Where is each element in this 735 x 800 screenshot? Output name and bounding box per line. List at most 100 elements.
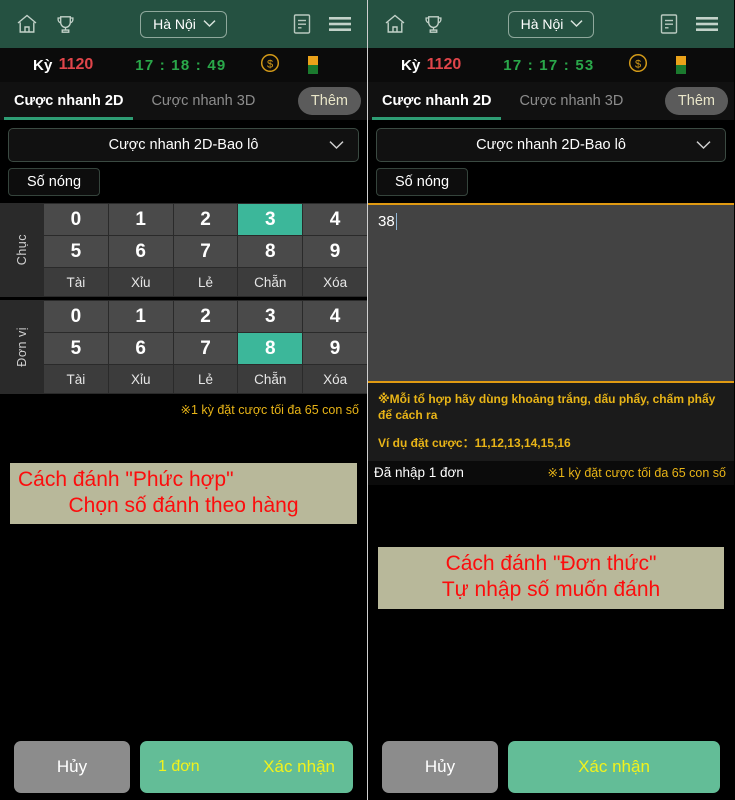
home-icon[interactable] [12,9,42,39]
left-panel: Hà Nội Kỳ 1120 17: 18: 49 $ Cược nhanh… [0,0,367,800]
tab-cuoc-nhanh-2d[interactable]: Cược nhanh 2D [368,82,505,120]
digit-cell[interactable]: 5 [44,333,108,364]
digit-cell[interactable]: 0 [44,204,108,235]
digit-cell-selected[interactable]: 8 [238,333,303,364]
footer-left: Hủy 1 đơn Xác nhận [0,734,367,800]
confirm-label: Xác nhận [263,757,335,776]
hint-separator: ※Mỗi tổ hợp hãy dùng khoảng trắng, dấu p… [378,392,716,423]
chevron-down-icon [570,20,583,28]
countdown-clock: 17 : 18 : 49 [135,56,227,74]
digit-row-1: 0 1 2 3 4 [44,301,367,332]
digit-cell[interactable]: 9 [303,236,367,267]
hamburger-menu-icon[interactable] [692,9,722,39]
digit-cell[interactable]: 1 [108,204,173,235]
op-tai[interactable]: Tài [44,268,108,296]
op-xoa[interactable]: Xóa [303,365,367,393]
document-list-icon[interactable] [654,9,684,39]
status-bar-left: Kỳ 1120 17 : 18 : 49 $ [0,48,367,82]
digit-row-2: 5 6 7 8 9 [44,333,367,364]
entered-status-row: Đã nhập 1 đơn ※1 kỳ đặt cược tối đa 65 c… [368,461,734,486]
digit-cell[interactable]: 1 [108,301,173,332]
digit-row-2: 5 6 7 8 9 [44,236,367,267]
digit-cell[interactable]: 2 [173,301,238,332]
app-header-left: Hà Nội [0,0,367,48]
op-chan[interactable]: Chẵn [238,365,303,393]
confirm-label: Xác nhận [578,757,650,776]
number-group-donvi: Đơn vị 0 1 2 3 4 5 6 7 8 9 Tài Xỉu Lẻ Ch… [0,300,367,394]
more-button[interactable]: Thêm [664,87,728,115]
max-bet-warning: ※1 kỳ đặt cược tối đa 65 con số [180,403,359,417]
dual-panel-screenshot: Hà Nội Kỳ 1120 17: 18: 49 $ Cược nhanh… [0,0,735,800]
cancel-button[interactable]: Hủy [382,741,498,793]
digit-cell[interactable]: 7 [173,333,238,364]
flag-icon [308,56,319,74]
hot-number-button[interactable]: Số nóng [376,168,469,196]
hint-example: Ví dụ đặt cược：11,12,13,14,15,16 [378,436,571,451]
group-label-chuc: Chục [0,203,44,297]
home-icon[interactable] [380,9,410,39]
annotation-line-1: Cách đánh "Phức hợp" [18,468,234,491]
digit-cell[interactable]: 6 [108,333,173,364]
chevron-down-icon [203,20,216,28]
bet-type-selector[interactable]: Cược nhanh 2D-Bao lô [8,128,359,162]
manual-number-input[interactable]: 38 [368,203,734,383]
op-le[interactable]: Lẻ [173,365,238,393]
operation-row: Tài Xỉu Lẻ Chẵn Xóa [44,365,367,393]
confirm-button[interactable]: 1 đơn Xác nhận [140,741,353,793]
op-chan[interactable]: Chẵn [238,268,303,296]
annotation-line-2: Tự nhập số muốn đánh [441,577,661,601]
digit-cell[interactable]: 6 [108,236,173,267]
region-selector[interactable]: Hà Nội [507,10,595,38]
annotation-line-2: Chọn số đánh theo hàng [68,493,299,517]
countdown-clock: 17 : 17 : 53 [503,56,595,74]
digit-cell[interactable]: 2 [173,204,238,235]
app-header-right: Hà Nội [368,0,734,48]
tab-bar-left: Cược nhanh 2D Cược nhanh 3D Thêm [0,82,367,120]
digit-cell[interactable]: 7 [173,236,238,267]
op-xoa[interactable]: Xóa [303,268,367,296]
tab-cuoc-nhanh-3d[interactable]: Cược nhanh 3D [505,82,637,120]
digit-cell[interactable]: 5 [44,236,108,267]
flag-icon [676,56,687,74]
confirm-button[interactable]: Xác nhận [508,741,720,793]
more-button[interactable]: Thêm [297,87,361,115]
trophy-icon[interactable] [418,9,448,39]
region-label: Hà Nội [153,15,196,32]
digit-cell[interactable]: 8 [238,236,303,267]
op-tai[interactable]: Tài [44,365,108,393]
right-body: Cược nhanh 2D-Bao lô Số nóng 38 ※Mỗi tổ … [368,120,734,734]
region-selector[interactable]: Hà Nội [140,10,227,38]
op-xiu[interactable]: Xỉu [108,365,173,393]
hamburger-menu-icon[interactable] [325,9,355,39]
hot-number-button[interactable]: Số nóng [8,168,101,196]
number-grid: Chục 0 1 2 3 4 5 6 7 8 9 Tài Xỉu Lẻ Chẵn… [0,203,367,394]
footer-right: Hủy Xác nhận [368,734,734,800]
right-panel: Hà Nội Kỳ 1120 17: 17: 53 $ Cược nhanh… [367,0,734,800]
period-label: Kỳ [401,56,421,74]
digit-cell[interactable]: 9 [303,333,367,364]
number-group-chuc: Chục 0 1 2 3 4 5 6 7 8 9 Tài Xỉu Lẻ Chẵn… [0,203,367,297]
op-xiu[interactable]: Xỉu [108,268,173,296]
document-list-icon[interactable] [287,9,317,39]
tab-cuoc-nhanh-2d[interactable]: Cược nhanh 2D [0,82,137,120]
digit-cell-selected[interactable]: 3 [238,204,303,235]
chevron-down-icon [329,141,344,150]
op-le[interactable]: Lẻ [173,268,238,296]
bet-type-selector[interactable]: Cược nhanh 2D-Bao lô [376,128,726,162]
coin-dollar-icon[interactable]: $ [260,53,280,77]
coin-dollar-icon[interactable]: $ [628,53,648,77]
operation-row: Tài Xỉu Lẻ Chẵn Xóa [44,268,367,296]
trophy-icon[interactable] [50,9,80,39]
cancel-button[interactable]: Hủy [14,741,130,793]
tab-cuoc-nhanh-3d[interactable]: Cược nhanh 3D [137,82,269,120]
digit-cell[interactable]: 4 [303,204,367,235]
hot-number-row: Số nóng [8,168,359,196]
digit-cell[interactable]: 0 [44,301,108,332]
digit-cell[interactable]: 4 [303,301,367,332]
digit-cell[interactable]: 3 [238,301,303,332]
hot-number-row: Số nóng [376,168,726,196]
input-value: 38 [378,213,395,230]
annotation-box-right: Cách đánh "Đơn thức" Tự nhập số muốn đán… [378,547,724,609]
svg-text:$: $ [635,58,641,70]
period-number: 1120 [426,56,462,73]
